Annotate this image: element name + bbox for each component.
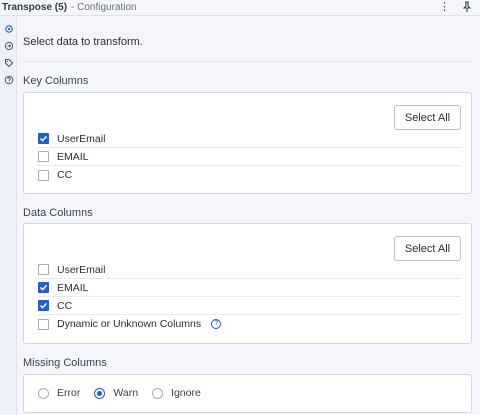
checkbox[interactable]	[38, 151, 49, 162]
tool-name: Transpose (5)	[2, 2, 68, 13]
key-columns-select-all-button[interactable]: Select All	[394, 105, 461, 130]
intro-text: Select data to transform.	[23, 36, 143, 48]
configuration-panel: Select data to transform. Key Columns Se…	[18, 17, 480, 415]
data-columns-title: Data Columns	[23, 207, 93, 219]
list-item[interactable]: EMAIL	[38, 279, 461, 297]
column-label: UserEmail	[57, 263, 106, 276]
list-item[interactable]: UserEmail	[38, 261, 461, 279]
radio-ignore[interactable]: Ignore	[152, 387, 201, 399]
list-item[interactable]: CC	[38, 166, 461, 184]
key-columns-title: Key Columns	[23, 75, 89, 87]
list-item[interactable]: CC	[38, 297, 461, 315]
checkbox[interactable]	[38, 169, 49, 181]
radio-error[interactable]: Error	[38, 387, 80, 399]
header-actions: ⋮	[439, 0, 472, 15]
checkbox[interactable]	[38, 300, 49, 311]
help-circle-icon[interactable]: ?	[211, 319, 222, 329]
column-label: CC	[57, 169, 73, 181]
list-item[interactable]: Dynamic or Unknown Columns ?	[38, 315, 461, 333]
data-columns-panel: Select All UserEmail EMAIL CC Dynamic or…	[23, 223, 472, 344]
missing-columns-title: Missing Columns	[23, 357, 107, 369]
column-label: Dynamic or Unknown Columns	[57, 318, 202, 330]
radio-group: Error Warn Ignore	[38, 387, 201, 399]
divider	[23, 61, 474, 62]
list-item[interactable]: UserEmail	[38, 130, 461, 148]
column-label: CC	[57, 299, 73, 312]
radio-label: Error	[57, 387, 81, 399]
gear-icon[interactable]	[3, 23, 14, 34]
checkbox[interactable]	[38, 133, 49, 144]
panel-subtitle: - Configuration	[71, 2, 137, 13]
list-item[interactable]: EMAIL	[38, 148, 461, 166]
column-label: EMAIL	[57, 150, 89, 163]
more-vertical-icon[interactable]: ⋮	[439, 2, 450, 13]
radio-label: Ignore	[171, 387, 201, 399]
missing-columns-panel: Error Warn Ignore	[23, 374, 472, 413]
radio-label: Warn	[113, 387, 139, 399]
key-columns-panel: Select All UserEmail EMAIL CC	[23, 92, 472, 194]
radio-button[interactable]	[94, 387, 106, 399]
checkbox[interactable]	[38, 282, 49, 293]
column-label: EMAIL	[57, 281, 89, 294]
panel-header: Transpose (5) - Configuration ⋮	[0, 0, 480, 16]
radio-warn[interactable]: Warn	[94, 387, 138, 399]
tag-icon[interactable]	[3, 57, 14, 68]
checkbox[interactable]	[38, 318, 49, 330]
pin-icon[interactable]	[462, 0, 472, 15]
arrow-circle-icon[interactable]	[3, 40, 14, 51]
side-toolbar	[0, 17, 17, 415]
help-circle-icon[interactable]	[3, 74, 14, 85]
checkbox[interactable]	[38, 264, 49, 275]
radio-button[interactable]	[152, 387, 164, 399]
radio-button[interactable]	[38, 387, 49, 399]
data-columns-select-all-button[interactable]: Select All	[394, 236, 461, 261]
column-label: UserEmail	[57, 132, 106, 145]
